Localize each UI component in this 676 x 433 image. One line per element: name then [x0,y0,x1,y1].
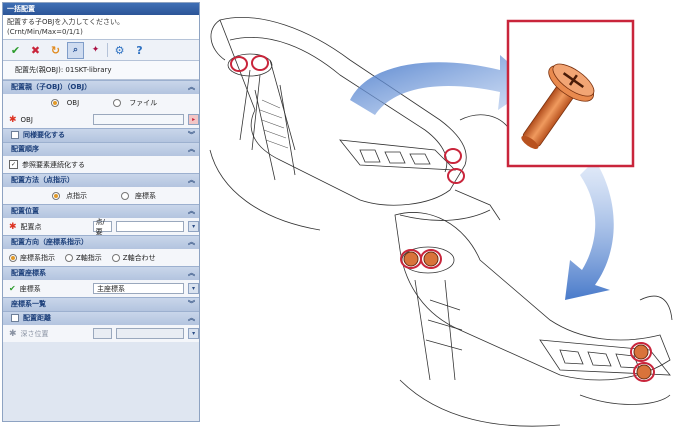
redo-button[interactable]: ↻ [47,42,64,59]
dropdown-icon[interactable]: ▾ [188,283,199,294]
section-distance[interactable]: 配置距離 ︽ [3,311,199,325]
order-checkbox[interactable]: ✓ [9,160,18,169]
collapse-icon: ︽ [188,145,195,153]
obj-row: ✱ OBJ ▸ [3,111,199,128]
prompt-text: 配置する子OBJを入力してください。 (Crnt/Min/Max=0/1/1) [3,15,199,40]
position-row: ✱ 配置点 点/要 ▾ [3,218,199,236]
collapse-icon: ︽ [188,176,195,184]
section-title: 配置親（子OBJ）（OBJ） [11,83,92,91]
obj-label: OBJ [20,115,33,124]
prompt-line-1: 配置する子OBJを入力してください。 [7,18,124,26]
radio-obj-label: OBJ [66,98,80,107]
panel-title: 一括配置 [3,3,199,15]
collective-checkbox[interactable] [11,131,19,139]
placed-screws-lower [400,249,655,382]
search-icon: ⌕ [72,45,79,55]
distance-row: ✱ 深さ位置 ▾ [3,325,199,342]
check-icon: ✔ [10,43,21,57]
radio-file[interactable] [113,98,122,107]
radio-point-label: 点指示 [66,191,87,200]
placement-panel: 一括配置 配置する子OBJを入力してください。 (Crnt/Min/Max=0/… [2,2,200,422]
section-method[interactable]: 配置方法（点指示） ︽ [3,173,199,187]
drone-frame-upper [209,17,511,231]
order-row: ✓ 参照要素連続化する [3,156,199,173]
obj-field[interactable] [93,114,185,125]
search-button[interactable]: ⌕ [67,41,84,59]
radio-coord-label: 座標系 [135,191,156,200]
redo-icon: ↻ [50,43,61,57]
toolbar: ✔ ✖ ↻ ⌕ ✦ ⚙ ? [3,40,199,61]
coord-field[interactable]: 主座標系 [92,283,185,294]
confirm-button[interactable]: ✔ [7,42,24,59]
radio-dir-coord[interactable] [9,253,17,262]
distance-mode-button [92,328,113,339]
distance-checkbox[interactable] [11,314,19,322]
distance-field [116,328,185,339]
section-title: 同様要化する [23,131,65,139]
direction-row: 座標系指示 Z軸指示 Z軸合わせ [3,249,199,266]
section-position[interactable]: 配置位置 ︽ [3,204,199,218]
disabled-required-icon: ✱ [9,328,17,339]
radio-dir-zalign-label: Z軸合わせ [122,253,156,262]
section-coord[interactable]: 配置座標系 ︽ [3,266,199,280]
collapse-icon: ︽ [188,314,195,322]
section-title: 配置座標系 [11,269,46,277]
section-title: 配置位置 [11,207,39,215]
radio-obj[interactable] [50,98,59,107]
drone-frame-lower [394,212,673,427]
required-icon: ✱ [9,114,17,125]
gear-icon: ⚙ [114,43,125,57]
distance-label: 深さ位置 [20,329,49,338]
section-title: 配置距離 [23,314,51,322]
radio-dir-coord-label: 座標系指示 [20,253,55,262]
help-button[interactable]: ? [131,42,148,59]
dropdown-icon: ▾ [188,328,199,339]
coord-label: 座標系 [19,284,41,293]
destination-label: 配置先(親OBJ): 01SKT-library [3,61,199,80]
radio-dir-zalign[interactable] [111,253,120,262]
point-field[interactable] [116,221,185,232]
section-order[interactable]: 配置順序 ︽ [3,142,199,156]
lower-curved-arrow [565,160,614,300]
section-title: 配置方法（点指示） [11,176,74,184]
method-row: 点指示 座標系 [3,187,199,204]
radio-point[interactable] [52,191,60,200]
radio-coord[interactable] [121,191,129,200]
collapse-icon: ︽ [188,269,195,277]
point-mode-button[interactable]: 点/要 [92,218,113,236]
section-title: 配置順序 [11,145,39,153]
done-check-icon: ✔ [9,284,16,293]
cancel-button[interactable]: ✖ [27,42,44,59]
collapse-icon: ︽ [188,207,195,215]
expand-icon: ︾ [188,131,195,139]
settings-button[interactable]: ⚙ [111,42,128,59]
pointer-button[interactable]: ✦ [87,42,104,59]
collapse-icon: ︽ [188,83,195,91]
help-icon: ? [136,43,143,57]
obj-pick-icon[interactable]: ▸ [188,114,199,125]
section-title: 座標系一覧 [11,300,46,308]
cancel-icon: ✖ [30,43,41,57]
section-child-obj[interactable]: 配置親（子OBJ）（OBJ） ︽ [3,80,199,94]
order-check-label: 参照要素連続化する [22,160,85,169]
dropdown-icon[interactable]: ▾ [188,221,199,232]
toolbar-divider [107,43,108,57]
pointer-icon: ✦ [91,45,100,55]
cad-viewport[interactable] [200,0,676,433]
radio-file-label: ファイル [129,98,158,107]
child-type-row: OBJ ファイル [3,94,199,111]
point-label: 配置点 [20,222,42,231]
radio-dir-z-label: Z軸指示 [76,253,102,262]
section-direction[interactable]: 配置方向（座標系指示） ︽ [3,235,199,249]
collapse-icon: ︽ [188,238,195,246]
section-title: 配置方向（座標系指示） [11,238,88,246]
prompt-line-2: (Crnt/Min/Max=0/1/1) [7,28,83,36]
required-icon: ✱ [9,221,17,232]
radio-dir-z[interactable] [65,253,73,262]
coord-row: ✔ 座標系 主座標系 ▾ [3,280,199,297]
section-collective[interactable]: 同様要化する ︾ [3,128,199,142]
expand-icon: ︾ [188,300,195,308]
section-coord-list[interactable]: 座標系一覧 ︾ [3,297,199,311]
